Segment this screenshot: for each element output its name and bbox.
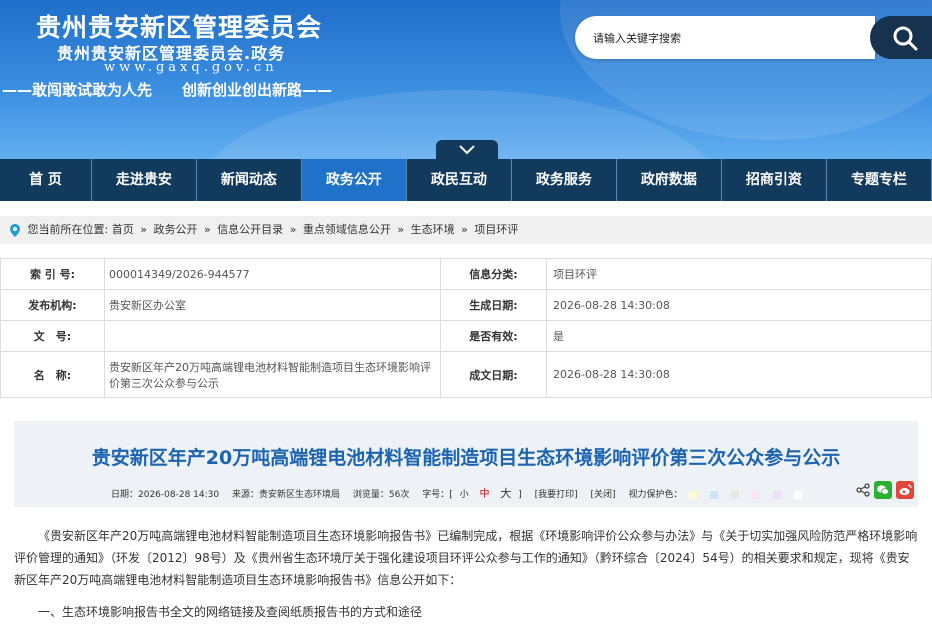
- breadcrumb-link[interactable]: 信息公开目录: [217, 223, 283, 236]
- eye-care-label: 视力保护色：: [628, 490, 683, 500]
- name-value: 贵安新区年产20万吨高端锂电池材料智能制造项目生态环境影响评价第三次公众参与公示: [104, 351, 441, 398]
- table-row: 索 引 号: 000014349/2026-944577 信息分类: 项目环评: [0, 258, 932, 290]
- share-icon[interactable]: [856, 483, 870, 497]
- site-title: 贵州贵安新区管理委员会: [36, 13, 323, 42]
- article-source: 来源：贵安新区生态环境局: [231, 490, 340, 500]
- wechat-icon[interactable]: [874, 481, 892, 499]
- breadcrumb-link[interactable]: 项目环评: [474, 223, 518, 236]
- gen-date-label: 生成日期:: [440, 289, 547, 321]
- table-row: 发布机构: 贵安新区办公室 生成日期: 2026-08-28 14:30:08: [0, 289, 932, 321]
- article-section-heading: 一、生态环境影响报告书全文的网络链接及查阅纸质报告书的方式和途径: [38, 605, 423, 619]
- font-size-small[interactable]: 小: [460, 490, 469, 500]
- font-size-label: 字号：[: [422, 490, 453, 500]
- article-body: 《贵安新区年产20万吨高端锂电池材料智能制造项目生态环境影响报告书》已编制完成，…: [14, 525, 920, 623]
- docno-label: 文 号:: [0, 320, 105, 352]
- font-size-close: ]: [518, 490, 522, 500]
- nav-toggle[interactable]: [436, 140, 498, 160]
- eye-care-swatch[interactable]: [731, 490, 740, 499]
- article-views: 浏览量：56次: [352, 490, 410, 500]
- article-paragraph: 《贵安新区年产20万吨高端锂电池材料智能制造项目生态环境影响报告书》已编制完成，…: [14, 529, 918, 587]
- article-date: 日期：2026-08-28 14:30: [111, 490, 220, 500]
- eye-care-swatch[interactable]: [751, 490, 760, 499]
- site-slogan: ——敢闯敢试敢为人先 创新创业创出新路——: [2, 81, 333, 99]
- nav-item-home[interactable]: 首 页: [0, 159, 92, 201]
- breadcrumb-separator: »: [461, 223, 468, 236]
- breadcrumb-link[interactable]: 重点领域信息公开: [303, 223, 391, 236]
- search-button[interactable]: [870, 16, 932, 59]
- eye-care-swatch[interactable]: [710, 490, 719, 499]
- site-header: 贵州贵安新区管理委员会 贵州贵安新区管理委员会.政务 www.gaxq.gov.…: [0, 0, 932, 160]
- index-value: 000014349/2026-944577: [104, 258, 441, 290]
- breadcrumb-prefix: 您当前所在位置:: [27, 223, 109, 236]
- table-row: 文 号: 是否有效: 是: [0, 320, 932, 352]
- breadcrumb-link[interactable]: 生态环境: [411, 223, 455, 236]
- close-link[interactable]: [关闭]: [591, 490, 616, 500]
- main-nav: 首 页 走进贵安 新闻动态 政务公开 政民互动 政务服务 政府数据 招商引资 专…: [0, 159, 932, 201]
- nav-item-investment[interactable]: 招商引资: [722, 159, 827, 201]
- docno-value: [104, 320, 441, 352]
- nav-item-data[interactable]: 政府数据: [617, 159, 722, 201]
- eye-care-swatch[interactable]: [772, 490, 781, 499]
- print-link[interactable]: [我要打印]: [535, 490, 578, 500]
- nav-item-about[interactable]: 走进贵安: [92, 159, 197, 201]
- search-box: [575, 16, 875, 59]
- nav-item-news[interactable]: 新闻动态: [197, 159, 302, 201]
- publisher-label: 发布机构:: [0, 289, 105, 321]
- share-bar: [856, 481, 914, 499]
- search-input[interactable]: [593, 29, 853, 47]
- nav-item-gov-open[interactable]: 政务公开: [301, 159, 407, 201]
- table-row: 名 称: 贵安新区年产20万吨高端锂电池材料智能制造项目生态环境影响评价第三次公…: [0, 351, 932, 398]
- category-value: 项目环评: [546, 258, 932, 290]
- site-url: www.gaxq.gov.cn: [104, 60, 278, 75]
- font-size-medium[interactable]: 中: [479, 489, 489, 500]
- valid-value: 是: [546, 320, 932, 352]
- article-title: 贵安新区年产20万吨高端锂电池材料智能制造项目生态环境影响评价第三次公众参与公示: [91, 447, 841, 469]
- written-date-value: 2026-08-28 14:30:08: [546, 351, 932, 398]
- breadcrumb-link[interactable]: 政务公开: [153, 223, 197, 236]
- index-label: 索 引 号:: [0, 258, 105, 290]
- publisher-value: 贵安新区办公室: [104, 289, 441, 321]
- nav-item-services[interactable]: 政务服务: [512, 159, 617, 201]
- chevron-down-icon: [459, 145, 475, 155]
- font-size-large[interactable]: 大: [500, 487, 511, 500]
- breadcrumb-separator: »: [140, 223, 147, 236]
- category-label: 信息分类:: [440, 258, 547, 290]
- gen-date-value: 2026-08-28 14:30:08: [546, 289, 932, 321]
- search-icon: [893, 26, 918, 51]
- location-pin-icon: [10, 223, 20, 237]
- nav-item-topics[interactable]: 专题专栏: [827, 159, 932, 201]
- written-date-label: 成文日期:: [440, 351, 547, 398]
- article-header: 贵安新区年产20万吨高端锂电池材料智能制造项目生态环境影响评价第三次公众参与公示…: [14, 421, 918, 507]
- valid-label: 是否有效:: [440, 320, 547, 352]
- breadcrumb-separator: »: [289, 223, 297, 236]
- breadcrumb-link[interactable]: 首页: [112, 223, 134, 236]
- name-label: 名 称:: [0, 351, 105, 398]
- breadcrumb-separator: »: [397, 223, 405, 236]
- breadcrumb: 您当前所在位置: 首页 » 政务公开 » 信息公开目录 » 重点领域信息公开 »…: [0, 216, 932, 244]
- article-info-bar: 日期：2026-08-28 14:30 来源：贵安新区生态环境局 浏览量：56次…: [111, 485, 812, 501]
- nav-item-interaction[interactable]: 政民互动: [407, 159, 512, 201]
- eye-care-swatch[interactable]: [689, 490, 698, 499]
- breadcrumb-separator: »: [203, 223, 211, 236]
- weibo-icon[interactable]: [896, 481, 914, 499]
- document-meta-table: 索 引 号: 000014349/2026-944577 信息分类: 项目环评 …: [0, 258, 932, 398]
- eye-care-swatch[interactable]: [793, 490, 802, 499]
